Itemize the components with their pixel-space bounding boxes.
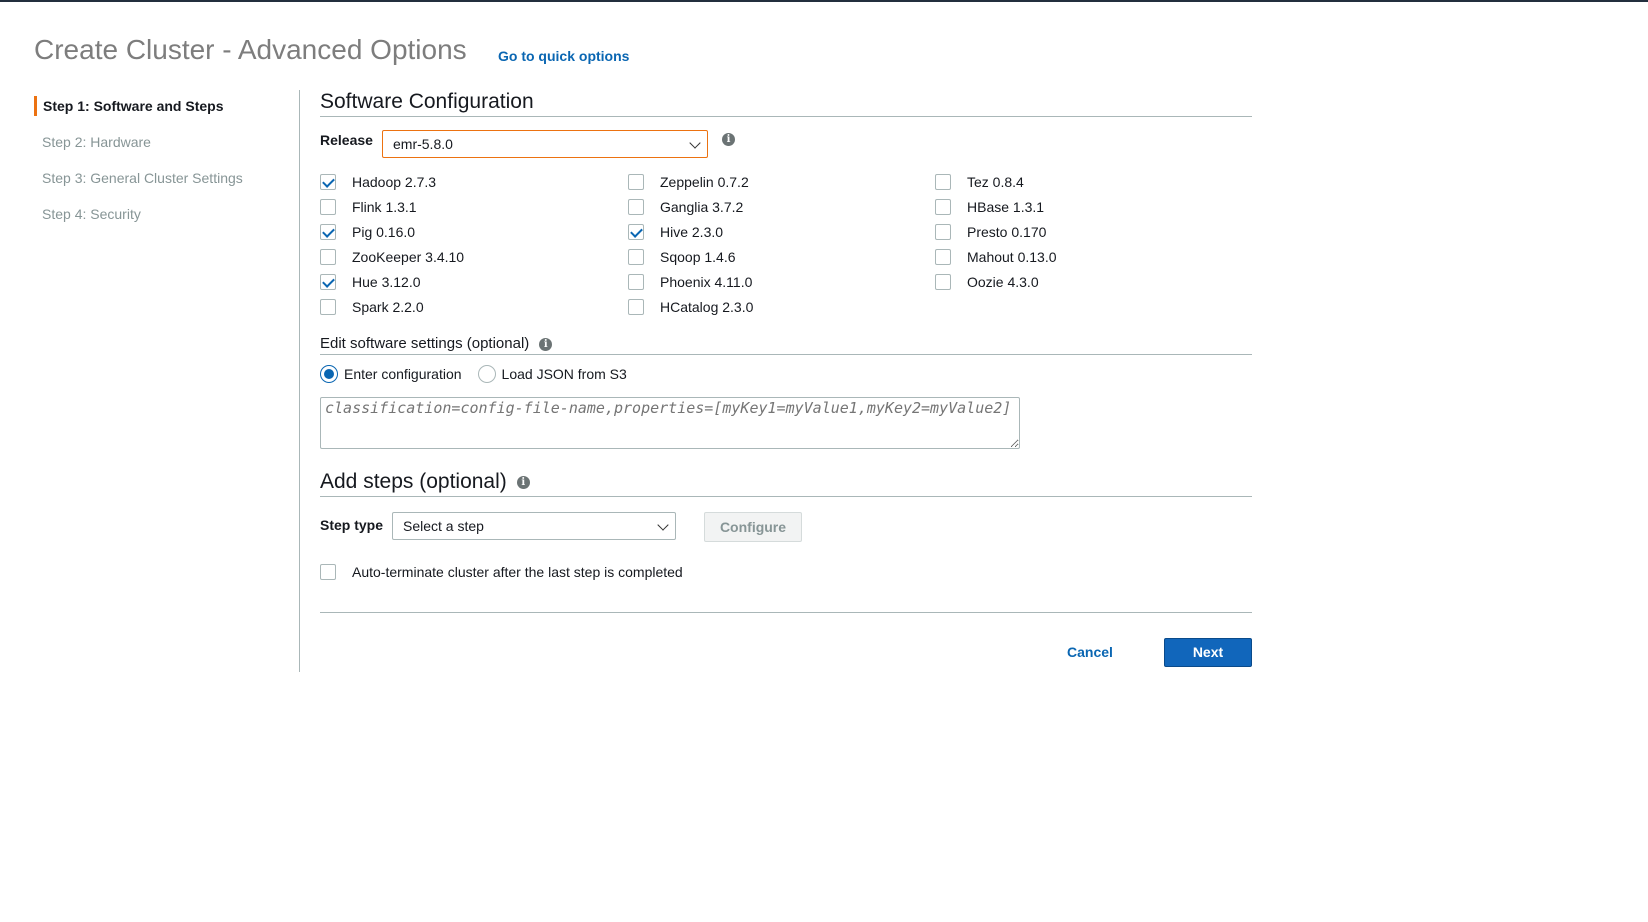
app-label: Ganglia 3.7.2 xyxy=(660,199,744,215)
release-select-value: emr-5.8.0 xyxy=(393,136,453,152)
edit-software-settings-title: Edit software settings (optional) i xyxy=(320,335,1252,355)
checkbox[interactable] xyxy=(628,299,644,315)
step-type-label: Step type xyxy=(320,517,384,533)
app-label: Hive 2.3.0 xyxy=(660,224,724,240)
go-to-quick-options-link[interactable]: Go to quick options xyxy=(498,48,629,64)
config-source-radio-group: Enter configuration Load JSON from S3 xyxy=(320,364,643,384)
app-checkbox-hue[interactable]: Hue 3.12.0 xyxy=(320,272,421,292)
app-checkbox-spark[interactable]: Spark 2.2.0 xyxy=(320,297,424,317)
app-label: Oozie 4.3.0 xyxy=(967,274,1039,290)
app-checkbox-sqoop[interactable]: Sqoop 1.4.6 xyxy=(628,247,736,267)
app-checkbox-hbase[interactable]: HBase 1.3.1 xyxy=(935,197,1044,217)
checkbox[interactable] xyxy=(935,174,951,190)
next-button[interactable]: Next xyxy=(1164,638,1252,667)
release-label: Release xyxy=(320,132,373,148)
chevron-down-icon xyxy=(689,137,701,149)
checkbox-checked[interactable] xyxy=(320,274,336,290)
app-checkbox-presto[interactable]: Presto 0.170 xyxy=(935,222,1046,242)
top-bar xyxy=(0,0,1648,2)
software-configuration-heading: Software Configuration xyxy=(320,90,534,113)
step-type-select[interactable]: Select a step xyxy=(392,512,676,540)
app-checkbox-phoenix[interactable]: Phoenix 4.11.0 xyxy=(628,272,752,292)
app-label: HBase 1.3.1 xyxy=(967,199,1045,215)
add-steps-title: Add steps (optional) i xyxy=(320,470,1252,497)
app-label: Hue 3.12.0 xyxy=(352,274,421,290)
app-checkbox-pig[interactable]: Pig 0.16.0 xyxy=(320,222,415,242)
release-select[interactable]: emr-5.8.0 xyxy=(382,130,708,158)
app-checkbox-hcatalog[interactable]: HCatalog 2.3.0 xyxy=(628,297,753,317)
app-checkbox-zookeeper[interactable]: ZooKeeper 3.4.10 xyxy=(320,247,464,267)
app-label: Flink 1.3.1 xyxy=(352,199,417,215)
step-3-general-cluster-settings[interactable]: Step 3: General Cluster Settings xyxy=(34,168,294,204)
main-content: Software Configuration Release emr-5.8.0… xyxy=(320,90,1252,667)
app-checkbox-hadoop[interactable]: Hadoop 2.7.3 xyxy=(320,172,436,192)
step-2-hardware[interactable]: Step 2: Hardware xyxy=(34,132,294,168)
app-label: Spark 2.2.0 xyxy=(352,299,424,315)
info-icon[interactable]: i xyxy=(722,133,735,146)
app-label: Hadoop 2.7.3 xyxy=(352,174,437,190)
load-json-from-s3-label[interactable]: Load JSON from S3 xyxy=(502,366,627,382)
load-json-from-s3-radio[interactable] xyxy=(477,365,496,383)
checkbox[interactable] xyxy=(628,174,644,190)
edit-software-settings-heading: Edit software settings (optional) xyxy=(320,335,530,352)
cancel-button[interactable]: Cancel xyxy=(1040,638,1140,666)
checkbox[interactable] xyxy=(628,249,644,265)
page-title: Create Cluster - Advanced Options xyxy=(34,34,467,65)
sidebar-divider xyxy=(299,90,300,672)
chevron-down-icon xyxy=(657,519,669,531)
step-type-select-value: Select a step xyxy=(403,518,484,534)
checkbox[interactable] xyxy=(935,224,951,240)
checkbox[interactable] xyxy=(628,274,644,290)
app-label: Mahout 0.13.0 xyxy=(967,249,1057,265)
auto-terminate-checkbox[interactable] xyxy=(320,564,336,580)
footer-divider xyxy=(320,612,1252,613)
step-4-security[interactable]: Step 4: Security xyxy=(34,204,294,240)
checkbox-checked[interactable] xyxy=(628,224,644,240)
enter-configuration-label[interactable]: Enter configuration xyxy=(344,366,462,382)
app-label: Tez 0.8.4 xyxy=(967,174,1024,190)
app-checkbox-tez[interactable]: Tez 0.8.4 xyxy=(935,172,1024,192)
app-label: ZooKeeper 3.4.10 xyxy=(352,249,465,265)
auto-terminate-option[interactable]: Auto-terminate cluster after the last st… xyxy=(320,562,683,582)
app-checkbox-ganglia[interactable]: Ganglia 3.7.2 xyxy=(628,197,743,217)
auto-terminate-label: Auto-terminate cluster after the last st… xyxy=(352,564,683,580)
checkbox[interactable] xyxy=(320,299,336,315)
app-label: Zeppelin 0.7.2 xyxy=(660,174,749,190)
app-label: Presto 0.170 xyxy=(967,224,1047,240)
checkbox[interactable] xyxy=(320,199,336,215)
app-label: Phoenix 4.11.0 xyxy=(660,274,753,290)
app-checkbox-zeppelin[interactable]: Zeppelin 0.7.2 xyxy=(628,172,749,192)
step-type-row: Step type Select a step Configure xyxy=(320,512,1252,542)
checkbox[interactable] xyxy=(935,199,951,215)
checkbox[interactable] xyxy=(935,274,951,290)
app-checkbox-oozie[interactable]: Oozie 4.3.0 xyxy=(935,272,1039,292)
app-checkbox-flink[interactable]: Flink 1.3.1 xyxy=(320,197,417,217)
step-1-software-and-steps[interactable]: Step 1: Software and Steps xyxy=(34,96,294,116)
enter-configuration-radio[interactable] xyxy=(320,365,338,383)
info-icon[interactable]: i xyxy=(539,337,553,351)
checkbox[interactable] xyxy=(935,249,951,265)
checkbox[interactable] xyxy=(320,249,336,265)
configure-button[interactable]: Configure xyxy=(704,512,802,542)
app-label: HCatalog 2.3.0 xyxy=(660,299,754,315)
checkbox-checked[interactable] xyxy=(320,224,336,240)
app-label: Pig 0.16.0 xyxy=(352,224,416,240)
app-checkbox-mahout[interactable]: Mahout 0.13.0 xyxy=(935,247,1057,267)
app-checkbox-hive[interactable]: Hive 2.3.0 xyxy=(628,222,723,242)
add-steps-heading: Add steps (optional) xyxy=(320,470,507,493)
wizard-steps-nav: Step 1: Software and Steps Step 2: Hardw… xyxy=(34,96,294,240)
checkbox-checked[interactable] xyxy=(320,174,336,190)
software-configuration-title: Software Configuration xyxy=(320,90,1252,117)
checkbox[interactable] xyxy=(628,199,644,215)
configuration-textarea[interactable] xyxy=(320,397,1020,449)
info-icon[interactable]: i xyxy=(516,475,530,489)
app-label: Sqoop 1.4.6 xyxy=(660,249,736,265)
